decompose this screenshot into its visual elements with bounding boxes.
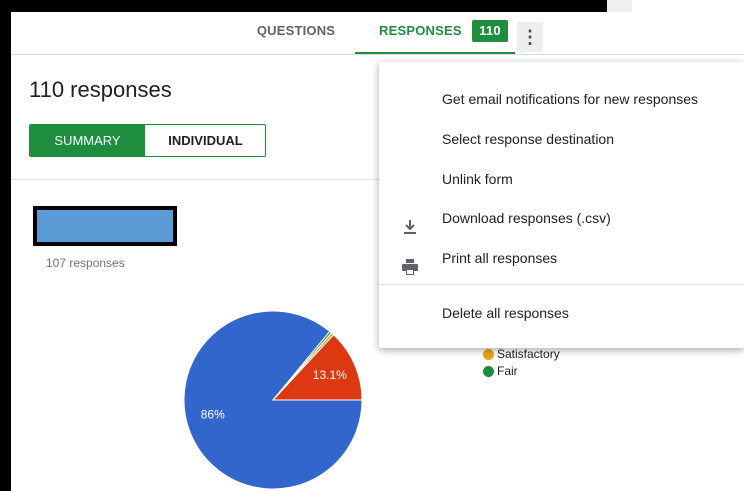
menu-item-get-email-notifications-for-new-responses[interactable]: Get email notifications for new response… — [379, 79, 744, 119]
menu-item-label: Print all responses — [442, 250, 558, 266]
menu-item-select-response-destination[interactable]: Select response destination — [379, 119, 744, 159]
menu-item-label: Get email notifications for new response… — [442, 91, 699, 107]
menu-item-label: Delete all responses — [442, 305, 569, 321]
tab-responses-label: RESPONSES — [379, 23, 462, 38]
tab-responses[interactable]: RESPONSES 110 — [355, 12, 515, 54]
individual-button[interactable]: INDIVIDUAL — [145, 125, 265, 156]
menu-item-delete-all-responses[interactable]: Delete all responses — [379, 293, 744, 333]
menu-item-label: Download responses (.csv) — [442, 210, 611, 226]
forms-window: QUESTIONS RESPONSES 110 ⋮ 110 responses … — [11, 0, 744, 491]
page-title: 110 responses — [29, 77, 172, 102]
menu-item-print-all-responses[interactable]: Print all responses — [379, 238, 744, 278]
legend-label: Fair — [497, 364, 518, 378]
pie-label: 13.1% — [313, 368, 347, 382]
view-toggle: SUMMARY INDIVIDUAL — [29, 124, 266, 157]
tab-questions[interactable]: QUESTIONS — [239, 12, 353, 54]
more-options-button[interactable]: ⋮ — [517, 22, 543, 52]
pie-label: 86% — [201, 408, 225, 422]
legend-label: Satisfactory — [497, 347, 560, 361]
menu-item-unlink-form[interactable]: Unlink form — [379, 159, 744, 199]
print-icon — [401, 250, 419, 275]
top-border — [11, 0, 607, 12]
legend-swatch — [483, 349, 494, 360]
response-count-badge: 110 — [472, 20, 508, 42]
menu-item-label: Select response destination — [442, 131, 614, 147]
top-border-gap — [632, 0, 744, 12]
menu-item-label: Unlink form — [442, 171, 513, 187]
summary-button[interactable]: SUMMARY — [30, 125, 145, 156]
responses-options-menu: Get email notifications for new response… — [379, 62, 744, 348]
download-icon — [401, 210, 419, 234]
legend-item: Satisfactory — [483, 346, 560, 363]
menu-divider — [379, 284, 744, 285]
menu-item-download-responses-csv[interactable]: Download responses (.csv) — [379, 198, 744, 238]
legend-swatch — [483, 366, 494, 377]
tab-bar: QUESTIONS RESPONSES 110 ⋮ — [11, 12, 744, 55]
chart-legend: Satisfactory Fair — [483, 346, 560, 380]
legend-item: Fair — [483, 363, 560, 380]
